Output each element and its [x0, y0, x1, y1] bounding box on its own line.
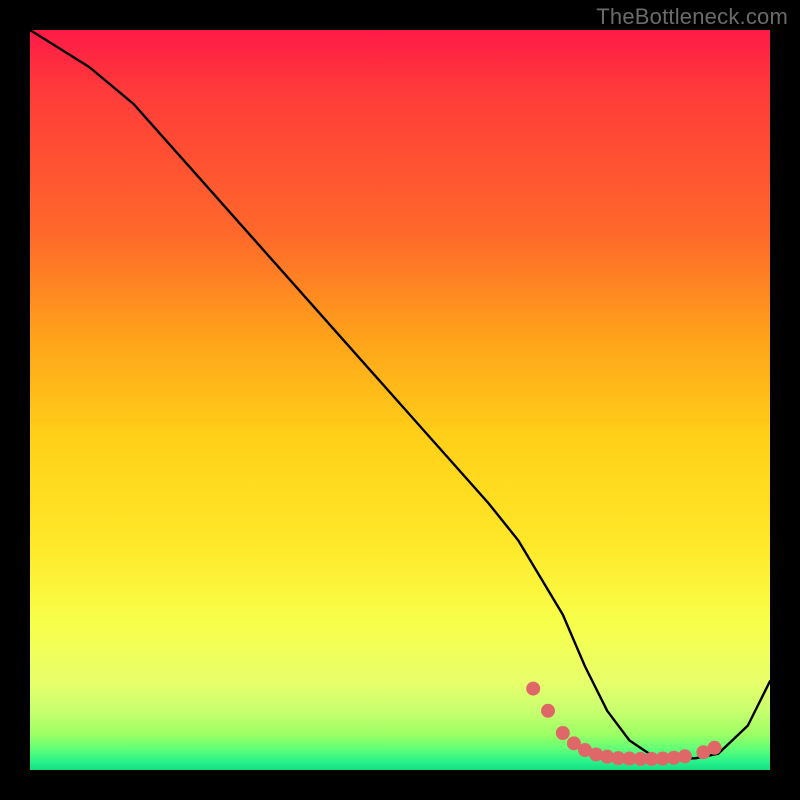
chart-svg	[30, 30, 770, 770]
valley-dot	[526, 682, 540, 696]
valley-dots-group	[526, 682, 721, 766]
valley-dot	[708, 741, 722, 755]
bottleneck-curve-path	[30, 30, 770, 759]
valley-dot	[541, 704, 555, 718]
watermark-text: TheBottleneck.com	[596, 4, 788, 30]
valley-dot	[556, 726, 570, 740]
valley-dot	[678, 749, 692, 763]
chart-frame: TheBottleneck.com	[0, 0, 800, 800]
